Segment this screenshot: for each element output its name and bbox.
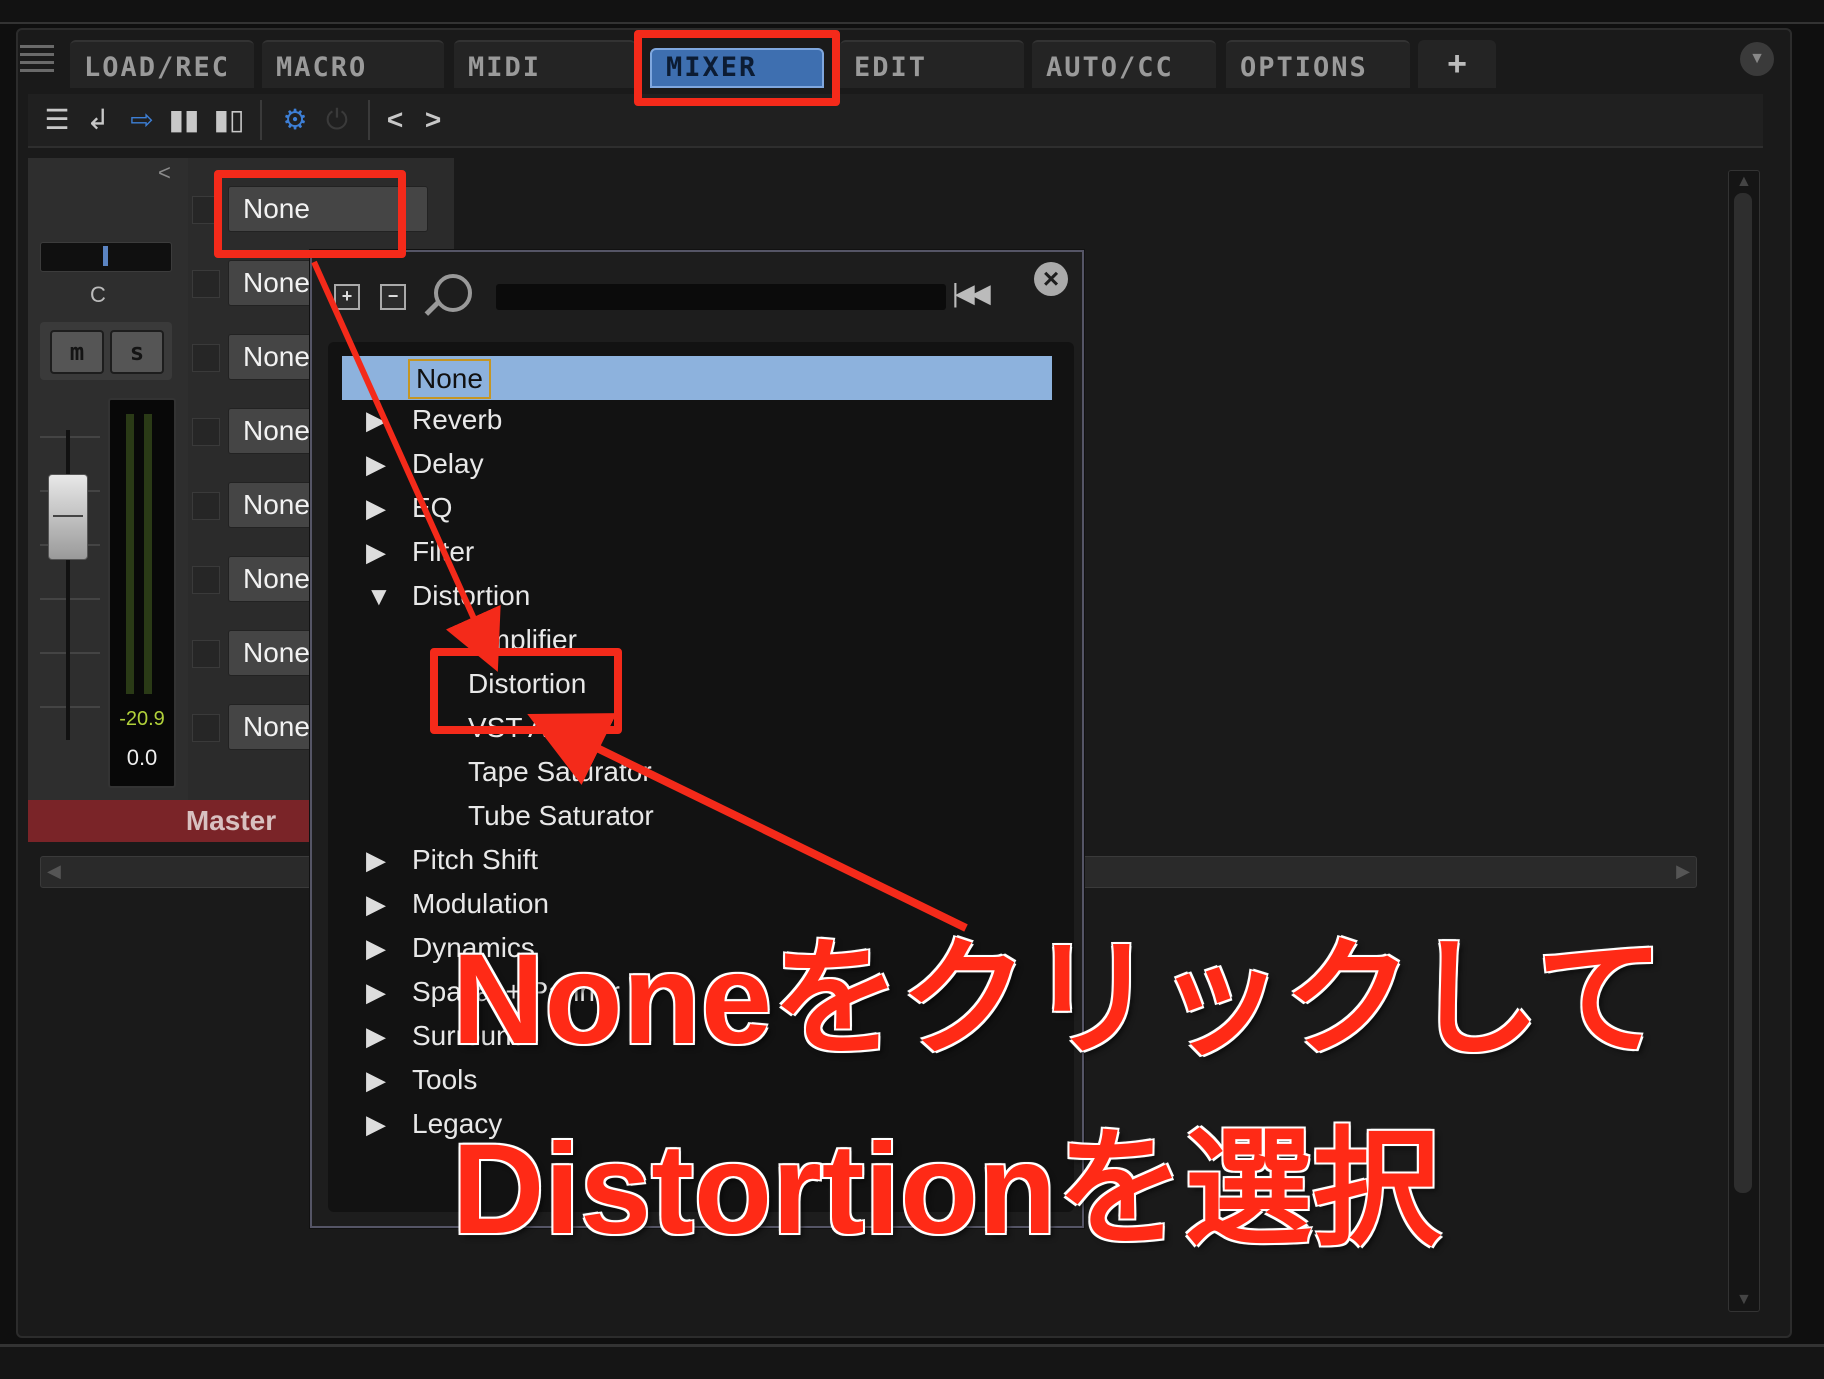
- toolbar-separator: [260, 100, 262, 140]
- effect-subitem[interactable]: Tube Saturator: [328, 796, 1058, 836]
- toolbar-separator: [368, 100, 370, 140]
- tab-load-rec[interactable]: LOAD/REC: [70, 40, 254, 88]
- scroll-left-icon[interactable]: ◀: [47, 861, 61, 882]
- annotation-text-line-2: Distortionを選択: [452, 1118, 1441, 1261]
- pan-slider[interactable]: [40, 242, 172, 272]
- effect-category[interactable]: ▶ EQ: [328, 488, 1058, 528]
- collapsed-arrow-icon[interactable]: ▶: [366, 884, 386, 924]
- meter-left: [126, 414, 134, 694]
- tab-edit[interactable]: EDIT: [840, 40, 1024, 88]
- tab-options[interactable]: OPTIONS: [1226, 40, 1410, 88]
- mute-button[interactable]: m: [50, 330, 104, 374]
- scroll-right-icon[interactable]: ▶: [1676, 861, 1690, 882]
- collapsed-arrow-icon[interactable]: ▶: [366, 840, 386, 880]
- volume-fader[interactable]: [48, 474, 88, 560]
- export-icon[interactable]: ⇨: [126, 102, 158, 138]
- collapsed-arrow-icon[interactable]: ▶: [366, 972, 386, 1012]
- expanded-arrow-icon[interactable]: ▼: [366, 576, 392, 616]
- pan-value: C: [90, 282, 106, 307]
- effect-subitem[interactable]: Tape Saturator: [328, 752, 1058, 792]
- strip-collapse-icon[interactable]: <: [158, 160, 171, 186]
- effect-label: EQ: [412, 492, 453, 523]
- highlight-none-slot: [214, 170, 406, 258]
- collapsed-arrow-icon[interactable]: ▶: [366, 532, 386, 572]
- insert-bypass-toggle[interactable]: [192, 344, 220, 372]
- tab-macro[interactable]: MACRO: [262, 40, 444, 88]
- effect-category[interactable]: ▶ Delay: [328, 444, 1058, 484]
- columns-icon[interactable]: ▮▮: [168, 102, 200, 138]
- vertical-scrollbar[interactable]: ▲ ▼: [1728, 170, 1760, 1312]
- insert-bypass-toggle[interactable]: [192, 270, 220, 298]
- meter-right: [144, 414, 152, 694]
- next-icon[interactable]: >: [418, 102, 448, 138]
- scroll-down-icon[interactable]: ▼: [1736, 1291, 1752, 1309]
- columns-wide-icon[interactable]: ▮▯: [212, 102, 246, 138]
- highlight-mixer-tab: [634, 30, 840, 106]
- collapsed-arrow-icon[interactable]: ▶: [366, 488, 386, 528]
- effect-label: Filter: [412, 536, 475, 567]
- insert-bypass-toggle[interactable]: [192, 640, 220, 668]
- effect-category[interactable]: ▶ Reverb: [328, 400, 1058, 440]
- effect-label: None: [408, 359, 491, 399]
- scroll-thumb[interactable]: [1734, 193, 1752, 1193]
- menu-icon[interactable]: [20, 40, 54, 74]
- search-icon: [434, 274, 472, 312]
- list-icon[interactable]: ☰: [40, 102, 74, 138]
- rewind-icon[interactable]: |◀◀: [952, 278, 991, 309]
- window-top-edge: [0, 0, 1824, 24]
- search-input[interactable]: [496, 284, 946, 310]
- gain-readout[interactable]: 0.0: [114, 745, 170, 771]
- effect-label: Modulation: [412, 888, 549, 919]
- collapsed-arrow-icon[interactable]: ▶: [366, 1104, 386, 1144]
- collapsed-arrow-icon[interactable]: ▶: [366, 1060, 386, 1100]
- peak-readout: -20.9: [119, 708, 165, 730]
- effect-category[interactable]: ▶ Modulation: [328, 884, 1058, 924]
- collapsed-arrow-icon[interactable]: ▶: [366, 1016, 386, 1056]
- annotation-text-line-1: Noneをクリックして: [452, 928, 1665, 1071]
- insert-bypass-toggle[interactable]: [192, 492, 220, 520]
- next-panel-edge: [0, 1344, 1824, 1379]
- effect-category[interactable]: ▼ Distortion: [328, 576, 1058, 616]
- collapsed-arrow-icon[interactable]: ▶: [366, 928, 386, 968]
- collapse-all-icon[interactable]: −: [380, 284, 406, 310]
- effect-browser-popup: + − |◀◀ × None ▶ Reverb ▶ Delay ▶ EQ ▶ Filter ▼ Di…: [310, 250, 1084, 1228]
- solo-button[interactable]: s: [110, 330, 164, 374]
- effect-tree: None ▶ Reverb ▶ Delay ▶ EQ ▶ Filter ▼ Distortion Am…: [328, 342, 1074, 1212]
- tab-auto-cc[interactable]: AUTO/CC: [1032, 40, 1216, 88]
- add-tab-button[interactable]: +: [1418, 40, 1496, 88]
- effect-label: Pitch Shift: [412, 844, 539, 875]
- settings-icon[interactable]: ⚙: [278, 102, 312, 138]
- effect-label: Tube Saturator: [468, 800, 654, 831]
- scroll-up-icon[interactable]: ▲: [1736, 173, 1752, 191]
- effect-label: Distortion: [412, 580, 531, 611]
- insert-bypass-toggle[interactable]: [192, 566, 220, 594]
- popup-toolbar: + − |◀◀ ×: [312, 252, 1082, 332]
- mixer-toolbar: ☰ ↲ ⇨ ▮▮ ▮▯ ⚙ ⏻ < >: [28, 94, 1763, 148]
- collapse-icon[interactable]: ▼: [1740, 42, 1774, 76]
- expand-all-icon[interactable]: +: [334, 284, 360, 310]
- insert-bypass-toggle[interactable]: [192, 418, 220, 446]
- highlight-distortion-item: [430, 648, 622, 734]
- mute-solo-group: m s: [40, 322, 172, 380]
- collapsed-arrow-icon[interactable]: ▶: [366, 400, 386, 440]
- effect-category[interactable]: ▶ Pitch Shift: [328, 840, 1058, 880]
- effect-label: Tape Saturator: [468, 756, 652, 787]
- power-icon: ⏻: [325, 104, 349, 135]
- effect-category[interactable]: ▶ Filter: [328, 532, 1058, 572]
- pan-handle[interactable]: [103, 246, 108, 266]
- return-icon[interactable]: ↲: [82, 102, 114, 138]
- close-icon[interactable]: ×: [1034, 262, 1068, 296]
- prev-icon[interactable]: <: [380, 102, 410, 138]
- insert-bypass-toggle[interactable]: [192, 714, 220, 742]
- collapsed-arrow-icon[interactable]: ▶: [366, 444, 386, 484]
- tab-midi[interactable]: MIDI: [454, 40, 636, 88]
- effect-label: Delay: [412, 448, 484, 479]
- effect-label: Reverb: [412, 404, 503, 435]
- level-meter: -20.9 0.0: [108, 398, 176, 788]
- effect-category[interactable]: None: [342, 356, 1052, 400]
